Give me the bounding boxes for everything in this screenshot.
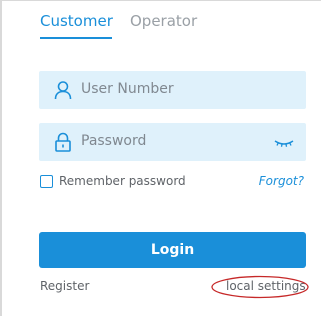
window-top-border	[0, 0, 321, 1]
login-button[interactable]: Login	[39, 232, 306, 268]
remember-password-label: Remember password	[59, 174, 186, 188]
register-link[interactable]: Register	[40, 279, 89, 293]
user-icon	[53, 80, 73, 100]
local-settings-link[interactable]: local settings	[226, 279, 306, 293]
password-input[interactable]: Password	[39, 123, 306, 161]
password-placeholder: Password	[81, 133, 147, 149]
window-left-border	[0, 0, 2, 316]
user-number-placeholder: User Number	[81, 81, 174, 97]
user-number-input[interactable]: User Number	[39, 71, 306, 109]
eye-closed-icon[interactable]	[274, 135, 294, 149]
lock-icon	[53, 132, 73, 152]
active-tab-indicator	[40, 37, 112, 39]
tab-customer[interactable]: Customer	[40, 12, 113, 30]
remember-password-checkbox[interactable]	[40, 175, 53, 188]
forgot-password-link[interactable]: Forgot?	[259, 174, 304, 188]
tab-operator[interactable]: Operator	[130, 12, 197, 30]
